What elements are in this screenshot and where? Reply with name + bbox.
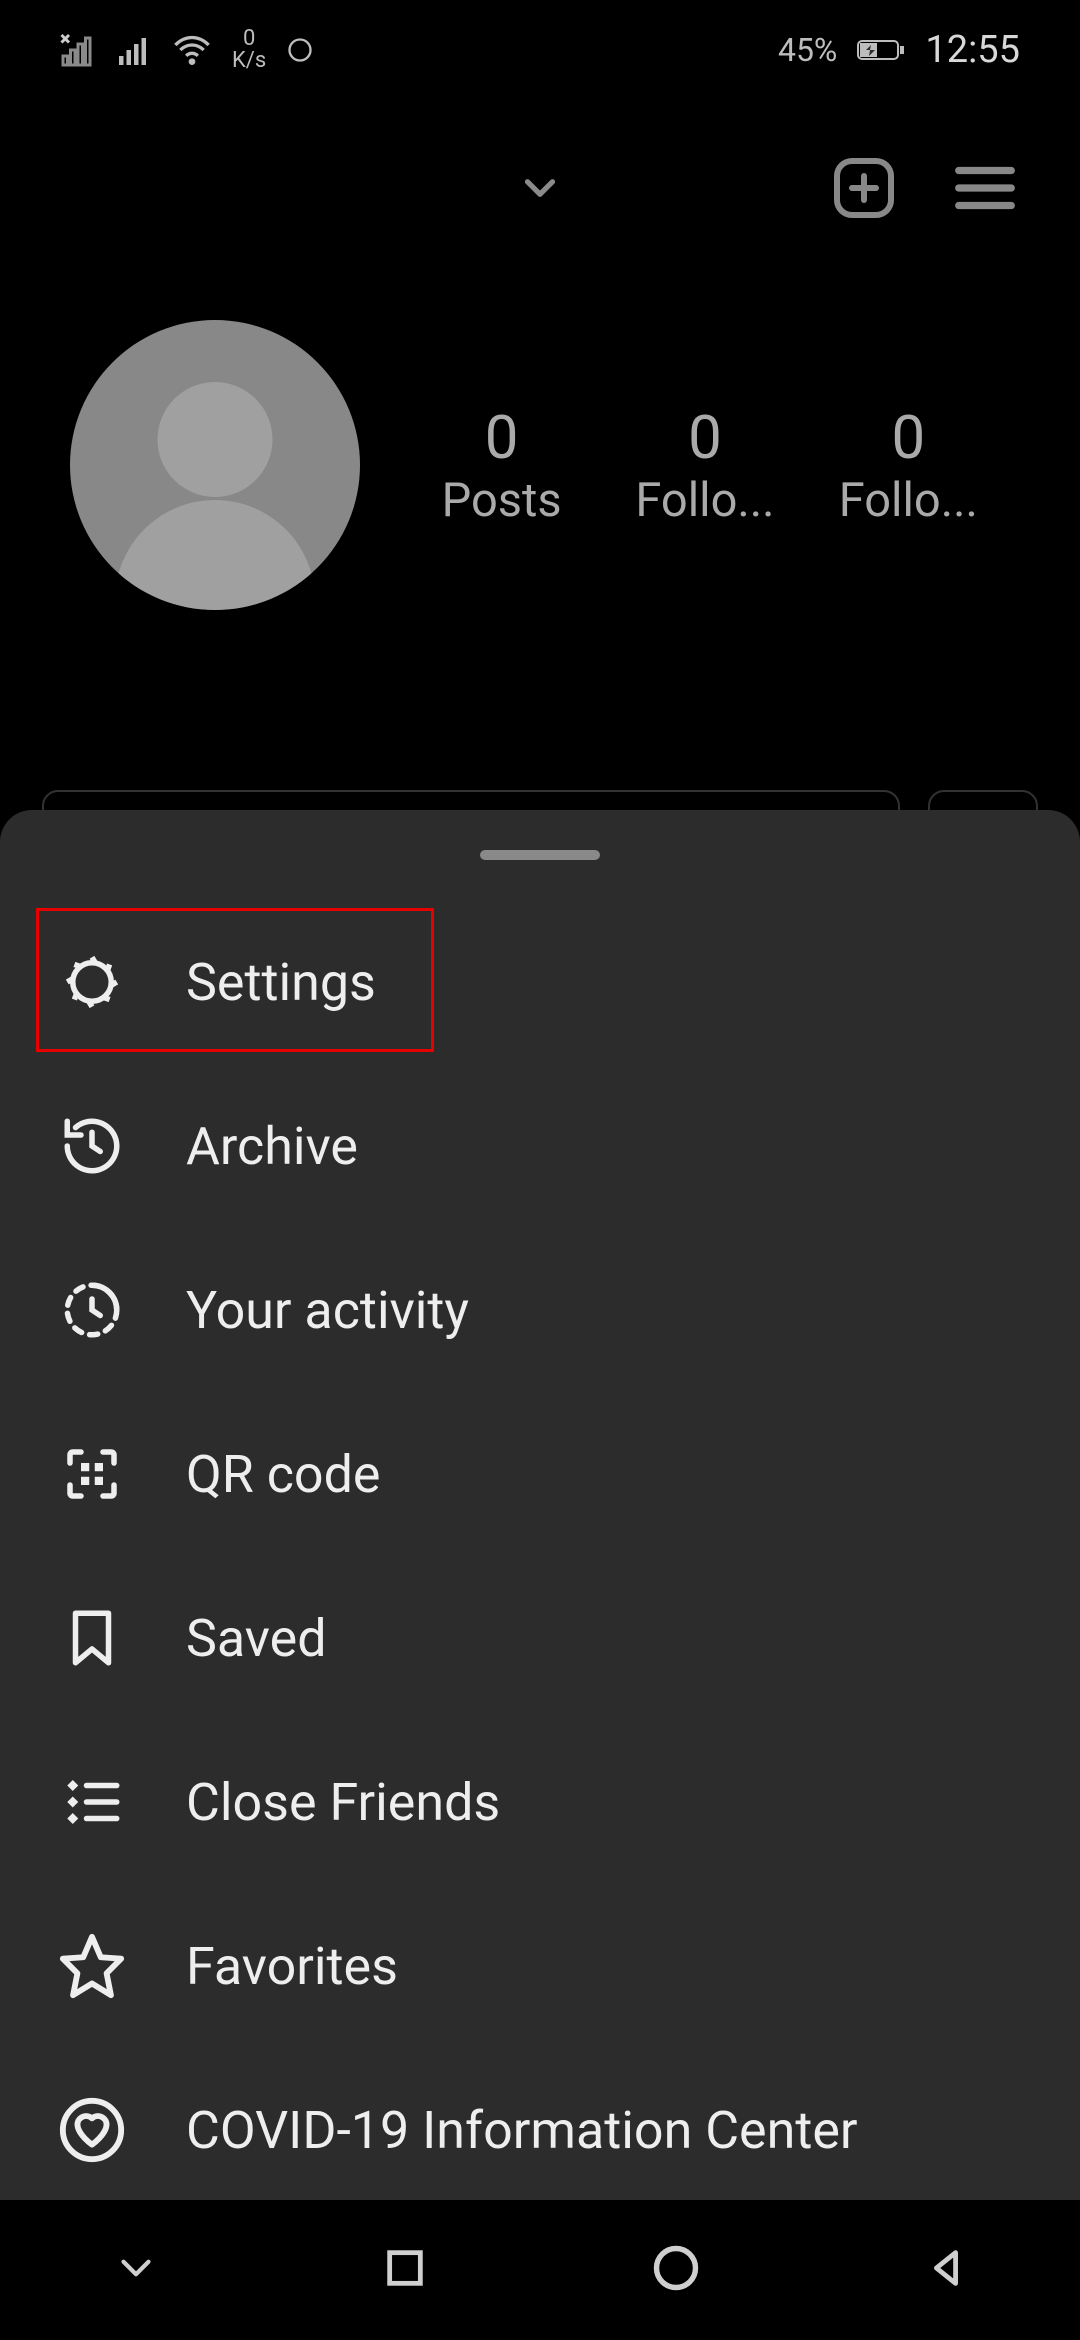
nav-recent-apps[interactable] (382, 2245, 428, 2295)
profile-header (0, 130, 1080, 250)
chevron-down-icon (111, 2243, 161, 2293)
data-rate-unit: K/s (232, 50, 266, 72)
stat-followers[interactable]: 0 Follo... (605, 402, 805, 528)
qr-code-icon (56, 1438, 128, 1510)
heart-circle-icon (56, 2094, 128, 2166)
battery-percent: 45% (778, 31, 837, 69)
stat-label: Follo... (839, 473, 978, 528)
menu-icon (950, 153, 1020, 223)
sheet-grabber[interactable] (480, 850, 600, 860)
menu-item-covid-info[interactable]: COVID-19 Information Center (0, 2048, 1080, 2212)
avatar[interactable] (70, 320, 360, 610)
system-nav-bar (0, 2200, 1080, 2340)
stat-posts[interactable]: 0 Posts (402, 402, 602, 528)
menu-item-label: Saved (186, 1608, 327, 1669)
triangle-left-icon (923, 2245, 969, 2291)
close-friends-icon (56, 1766, 128, 1838)
data-rate-value: 0 (243, 28, 255, 50)
create-button[interactable] (828, 152, 900, 228)
menu-item-label: Your activity (186, 1280, 469, 1341)
wifi-icon (172, 30, 212, 70)
nav-hide-keyboard[interactable] (111, 2243, 161, 2297)
stat-count: 0 (485, 402, 519, 473)
menu-item-your-activity[interactable]: Your activity (0, 1228, 1080, 1392)
menu-item-label: Close Friends (186, 1772, 500, 1833)
chevron-down-icon (515, 163, 565, 213)
menu-item-qr-code[interactable]: QR code (0, 1392, 1080, 1556)
circle-indicator-icon (286, 36, 314, 64)
stat-label: Posts (442, 473, 562, 528)
data-rate: 0 K/s (232, 28, 266, 72)
activity-icon (56, 1274, 128, 1346)
stat-count: 0 (688, 402, 722, 473)
profile-stats: 0 Posts 0 Follo... 0 Follo... (400, 402, 1010, 528)
nav-home[interactable] (650, 2242, 702, 2298)
menu-item-saved[interactable]: Saved (0, 1556, 1080, 1720)
star-icon (56, 1930, 128, 2002)
stat-count: 0 (891, 402, 925, 473)
menu-item-label: Favorites (186, 1936, 398, 1997)
menu-item-favorites[interactable]: Favorites (0, 1884, 1080, 2048)
archive-icon (56, 1110, 128, 1182)
battery-icon (857, 36, 905, 64)
menu-item-label: COVID-19 Information Center (186, 2100, 858, 2161)
hamburger-menu-button[interactable] (950, 153, 1020, 227)
status-bar: 0 K/s 45% 12:55 (0, 0, 1080, 100)
menu-item-close-friends[interactable]: Close Friends (0, 1720, 1080, 1884)
menu-item-label: Archive (186, 1116, 358, 1177)
square-icon (382, 2245, 428, 2291)
username-dropdown[interactable] (515, 163, 565, 217)
menu-sheet: Settings Archive Your activity QR code (0, 810, 1080, 2200)
status-left: 0 K/s (60, 28, 314, 72)
menu-item-archive[interactable]: Archive (0, 1064, 1080, 1228)
bookmark-icon (56, 1602, 128, 1674)
status-time: 12:55 (925, 28, 1020, 72)
menu-item-settings[interactable]: Settings (0, 900, 1080, 1064)
stat-label: Follo... (635, 473, 774, 528)
circle-icon (650, 2242, 702, 2294)
gear-icon (56, 946, 128, 1018)
signal-icon (116, 32, 152, 68)
menu-item-label: Settings (186, 952, 376, 1013)
menu-item-label: QR code (186, 1444, 381, 1505)
status-right: 45% 12:55 (778, 28, 1020, 72)
plus-square-icon (828, 152, 900, 224)
signal-nosim-icon (60, 32, 96, 68)
nav-back[interactable] (923, 2245, 969, 2295)
profile-summary: 0 Posts 0 Follo... 0 Follo... (0, 320, 1080, 610)
stat-following[interactable]: 0 Follo... (808, 402, 1008, 528)
